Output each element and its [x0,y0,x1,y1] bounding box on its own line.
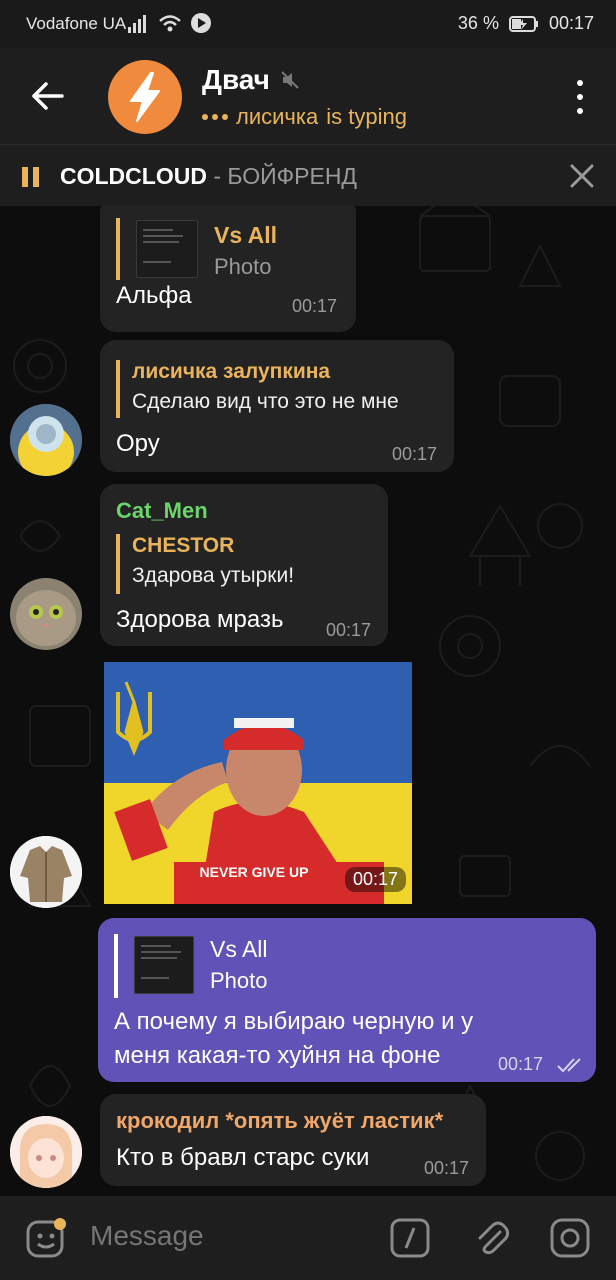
reply-preview[interactable]: Vs All Photo [114,934,268,998]
avatar-image [10,836,82,908]
typing-dots-icon [202,114,228,120]
group-avatar[interactable] [108,60,182,134]
carrier-label: Vodafone UA [26,14,127,33]
message-bubble[interactable]: крокодил *опять жуёт ластик* Кто в бравл… [100,1094,486,1186]
photo-time: 00:17 [344,867,406,892]
battery-icon [508,15,538,32]
chat-title-row[interactable]: Двач [202,64,300,96]
close-icon[interactable] [568,162,596,190]
status-icons [128,12,212,34]
status-time: 00:17 [548,13,594,33]
play-store-icon [191,13,211,33]
reply-preview[interactable]: лисичка залупкина Сделаю вид что это не … [116,360,399,418]
message-text: Альфа [116,282,192,309]
message-text: Здорова мразь [116,606,284,633]
status-right: 36 % 00:17 [458,13,594,34]
reply-text: Photo [210,968,268,993]
attach-icon[interactable] [472,1218,512,1258]
camera-icon[interactable] [550,1218,590,1258]
reply-name: лисичка залупкина [132,360,331,383]
typing-status: лисичка is typing [202,104,407,130]
message-text: Ору [116,430,160,457]
reply-text: Photo [214,254,272,279]
signal-icon [128,15,146,33]
message-bubble[interactable]: Cat_Men CHESTOR Здарова утырки! Здорова … [100,484,388,646]
message-bubble[interactable]: лисичка залупкина Сделаю вид что это не … [100,340,454,472]
message-time: 00:17 [292,296,338,316]
lightning-icon [130,72,160,122]
avatar-image [10,1116,82,1188]
message-bubble-outgoing[interactable]: Vs All Photo А почему я выбираю черную и… [98,918,596,1082]
pause-icon[interactable] [22,167,40,187]
typing-suffix: is typing [326,104,407,129]
avatar-image [10,404,82,476]
avatar[interactable] [10,1116,82,1188]
message-time: 00:17 [326,620,372,640]
reply-name: Vs All [210,936,268,962]
message-input[interactable] [90,1220,350,1252]
message-list[interactable]: Vs All Photo Альфа 00:17 лисичка залупки… [0,206,616,1196]
muted-icon [281,71,299,89]
avatar[interactable] [10,836,82,908]
bot-command-icon[interactable] [390,1218,430,1258]
message-time: 00:17 [498,1054,544,1074]
sender-name: крокодил *опять жуёт ластик* [116,1108,444,1133]
reply-photo-thumbnail [134,936,194,994]
message-time: 00:17 [392,444,438,464]
message-text: Кто в бравл старс суки [116,1144,370,1171]
message-time: 00:17 [424,1158,470,1178]
message-bubble[interactable]: Vs All Photo Альфа 00:17 [100,206,356,332]
battery-percent: 36 % [457,13,499,33]
track-info[interactable]: COLDCLOUD - БОЙФРЕНД [60,163,357,190]
composer-bar [0,1196,616,1280]
svg-text:NEVER GIVE UP: NEVER GIVE UP [200,864,309,880]
typing-user: лисичка [236,104,319,129]
reply-text: Здарова утырки! [132,564,295,587]
back-arrow-icon[interactable] [28,78,68,114]
chat-header: Двач лисичка is typing [0,48,616,144]
emoji-sticker-icon[interactable] [26,1218,66,1258]
sender-name: Cat_Men [116,498,208,523]
track-separator: - [206,163,228,189]
message-text-line-1: А почему я выбираю черную и у [114,1008,474,1035]
music-player-bar[interactable]: COLDCLOUD - БОЙФРЕНД [0,144,616,206]
status-bar: Vodafone UA 36 % 00:17 [0,0,616,48]
read-checkmarks-icon [557,1058,581,1073]
avatar[interactable] [10,404,82,476]
message-text-line-2: меня какая-то хуйня на фоне [114,1042,441,1069]
reply-photo-thumbnail [136,220,198,278]
avatar-image [10,578,82,650]
avatar[interactable] [10,578,82,650]
reply-preview[interactable]: CHESTOR Здарова утырки! [116,534,294,594]
photo-message[interactable]: NEVER GIVE UP 00:17 [104,662,412,904]
wifi-icon [159,15,181,32]
reply-name: CHESTOR [132,534,235,557]
reply-name: Vs All [214,222,278,248]
more-menu-icon[interactable] [574,80,586,114]
chat-title: Двач [202,64,270,95]
track-title: БОЙФРЕНД [227,163,358,189]
track-artist: COLDCLOUD [60,163,207,189]
reply-text: Сделаю вид что это не мне [132,390,399,413]
reply-preview[interactable]: Vs All Photo [116,218,277,280]
